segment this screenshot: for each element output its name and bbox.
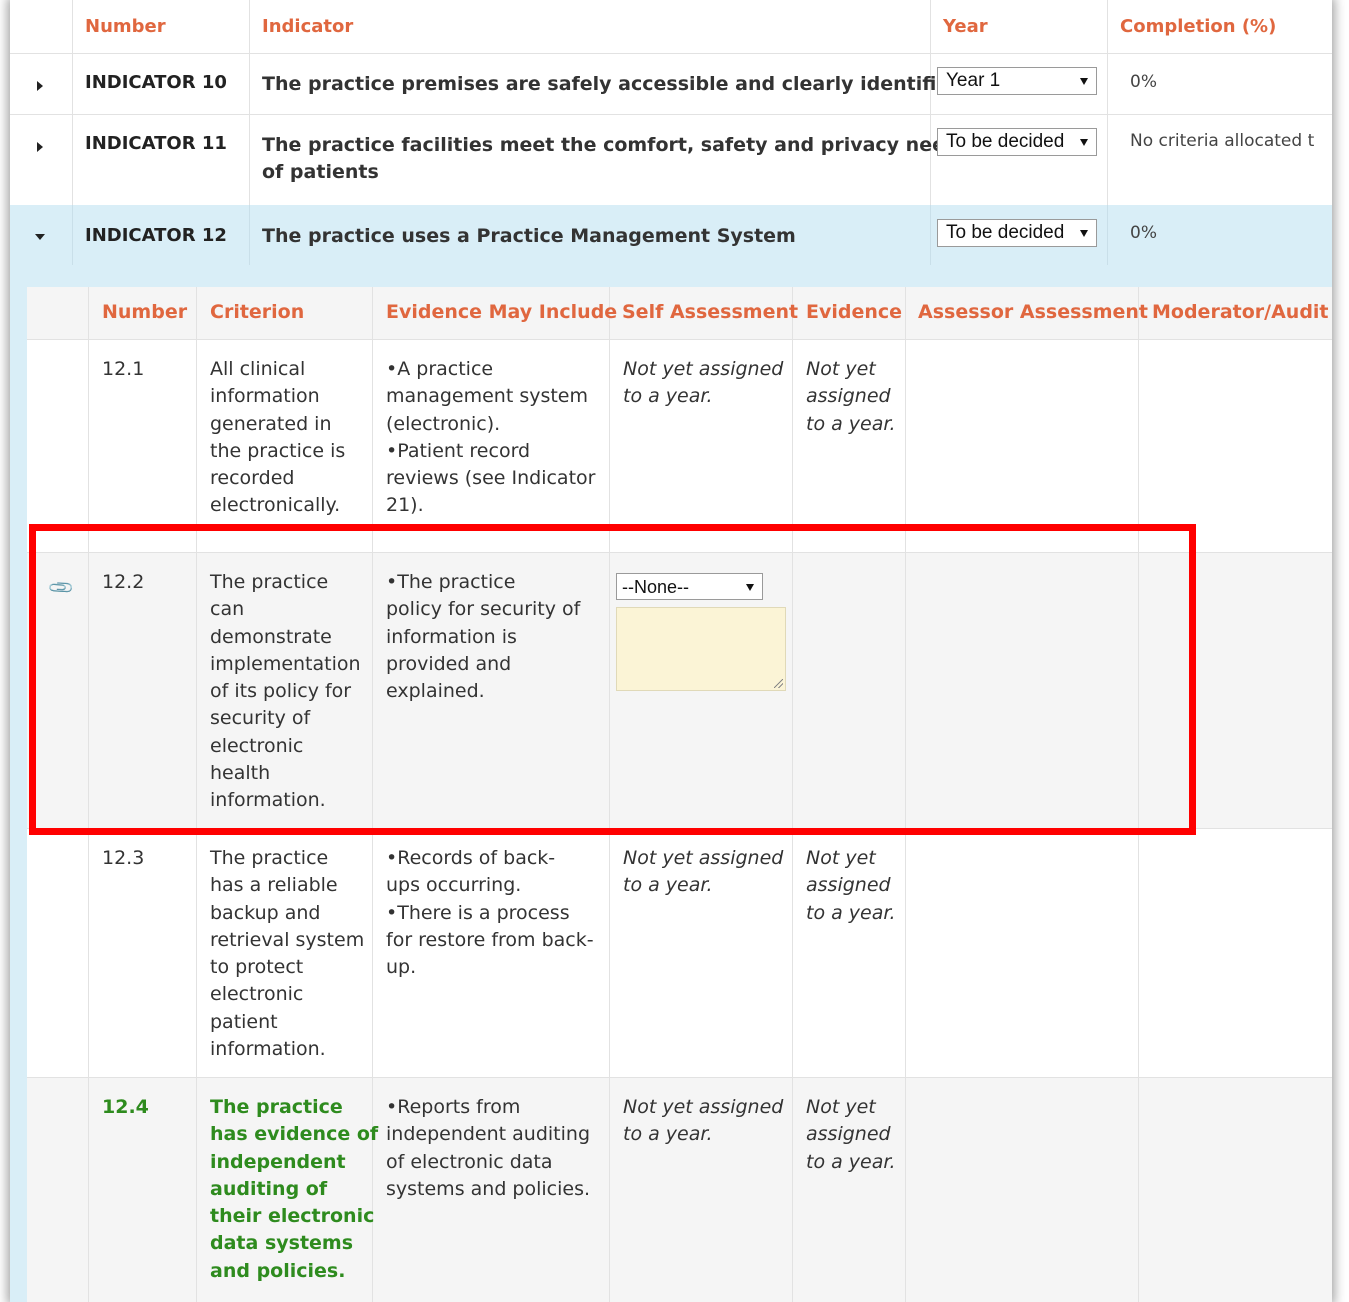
evidence-may-include: •Records of back- ups occurring. •There … xyxy=(386,847,594,979)
completion-value: 0% xyxy=(1130,72,1157,92)
dropdown-arrow-icon xyxy=(1080,230,1088,237)
year-select-value: Year 1 xyxy=(946,70,1001,91)
evidence-status: Not yet assigned to a year. xyxy=(806,358,896,435)
dropdown-arrow-icon xyxy=(1080,139,1088,146)
criterion-row-12-1: 12.1 All clinical information generated in… xyxy=(27,340,1332,552)
year-select[interactable]: To be decided xyxy=(937,219,1097,247)
subheader-self-assessment: Self Assessment xyxy=(622,301,799,323)
subheader-evidence: Evidence xyxy=(806,301,903,323)
header-number: Number xyxy=(85,16,166,37)
criterion-text: The practice has evidence of independent au… xyxy=(210,1096,379,1282)
caret-right-icon[interactable] xyxy=(37,81,43,91)
indicator-title: The practice premises are safely accessi… xyxy=(262,73,983,95)
year-select-value: To be decided xyxy=(946,222,1065,243)
indicator-row-12[interactable]: INDICATOR 12 The practice uses a Practic… xyxy=(10,205,1332,265)
indicator-number: INDICATOR 12 xyxy=(85,225,227,246)
indicator-number: INDICATOR 10 xyxy=(85,72,227,93)
criterion-row-12-4: 12.4 The practice has evidence of independ… xyxy=(27,1078,1332,1302)
header-year: Year xyxy=(943,16,988,37)
criterion-number: 12.3 xyxy=(102,847,145,869)
dropdown-arrow-icon xyxy=(1080,78,1088,85)
indicator-title: The practice uses a Practice Management … xyxy=(262,225,796,247)
caret-down-icon[interactable] xyxy=(35,234,45,240)
subheader-criterion: Criterion xyxy=(210,301,305,323)
subheader-evidence-may-include: Evidence May Include xyxy=(386,301,618,323)
year-select[interactable]: To be decided xyxy=(937,128,1097,156)
indicator-row-10[interactable]: INDICATOR 10 The practice premises are s… xyxy=(10,54,1332,114)
subheader-moderator: Moderator/Audit A xyxy=(1152,301,1332,323)
indicator-title-line2: of patients xyxy=(262,161,379,183)
subheader-assessor-assessment: Assessor Assessment xyxy=(918,301,1148,323)
completion-value: No criteria allocated t xyxy=(1130,131,1315,151)
evidence-status: Not yet assigned to a year. xyxy=(806,847,896,924)
self-assessment-status: Not yet assigned to a year. xyxy=(623,1096,784,1146)
self-assessment-status: Not yet assigned to a year. xyxy=(623,847,784,897)
criterion-number: 12.1 xyxy=(102,358,145,380)
caret-right-icon[interactable] xyxy=(37,142,43,152)
completion-value: 0% xyxy=(1130,223,1157,243)
header-indicator: Indicator xyxy=(262,16,354,37)
evidence-may-include: •A practice management system (electroni… xyxy=(386,358,596,517)
indicator-row-11[interactable]: INDICATOR 11 The practice facilities mee… xyxy=(10,115,1332,205)
indicator-table-panel: Number Indicator Year Completion (%) IND… xyxy=(10,0,1332,1302)
year-select[interactable]: Year 1 xyxy=(937,67,1097,95)
criterion-text: The practice has a reliable backup and retr… xyxy=(210,847,365,1061)
criterion-number: 12.4 xyxy=(102,1096,149,1118)
indicator-number: INDICATOR 11 xyxy=(85,133,227,154)
subheader-number: Number xyxy=(102,301,188,323)
criterion-text: All clinical information generated in the p… xyxy=(210,358,346,517)
year-select-value: To be decided xyxy=(946,131,1065,152)
evidence-may-include: •Reports from independent auditing of el… xyxy=(386,1096,591,1200)
indicator-title-line1: The practice facilities meet the comfort… xyxy=(262,134,970,156)
highlight-box xyxy=(29,524,1196,835)
self-assessment-status: Not yet assigned to a year. xyxy=(623,358,784,408)
criterion-row-12-3: 12.3 The practice has a reliable backup an… xyxy=(27,829,1332,1077)
evidence-status: Not yet assigned to a year. xyxy=(806,1096,896,1173)
header-completion: Completion (%) xyxy=(1120,16,1277,37)
